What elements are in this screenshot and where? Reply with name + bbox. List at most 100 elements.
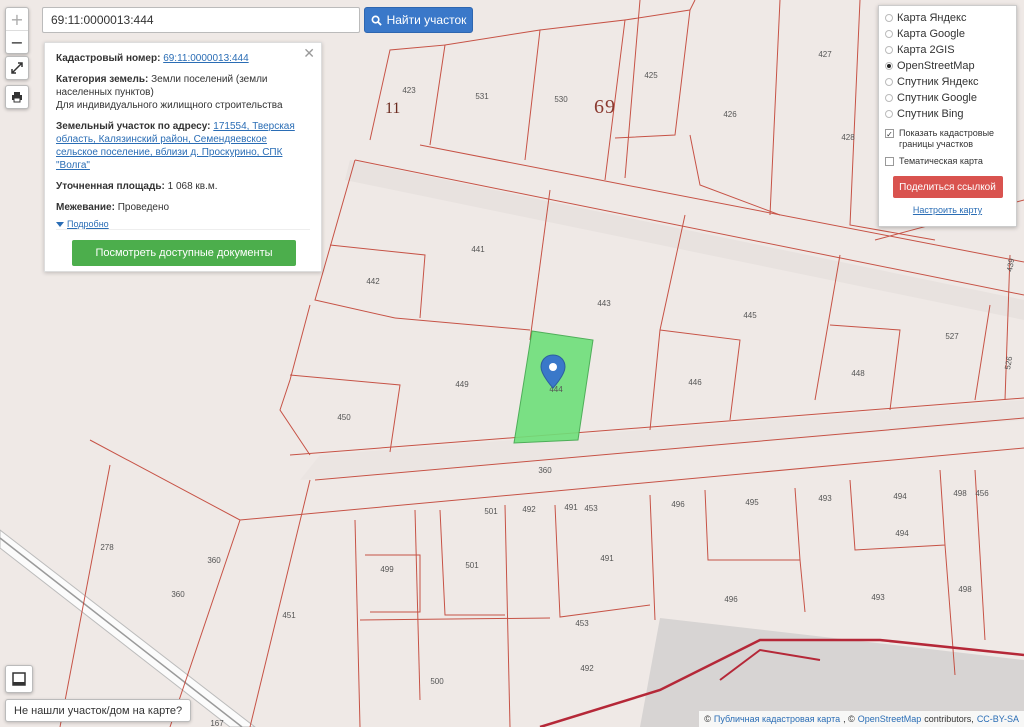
plot-label: 428 <box>841 133 855 142</box>
radio-icon <box>885 94 893 102</box>
address-label: Земельный участок по адресу: <box>56 121 211 132</box>
plot-label: 443 <box>597 299 611 308</box>
plot-label: 442 <box>366 277 380 286</box>
plot-label: 423 <box>402 86 416 95</box>
fullscreen-button[interactable] <box>6 57 28 79</box>
zoom-control: + − <box>5 7 29 54</box>
layer-option-label: Спутник Google <box>897 92 977 104</box>
plot-label: 498 <box>958 585 972 594</box>
plot-label: 425 <box>644 71 658 80</box>
land-category-row: Категория земель: Земли поселений (земли… <box>56 73 310 112</box>
plot-label: 530 <box>554 95 568 104</box>
close-icon[interactable]: ✕ <box>303 46 315 60</box>
plot-label: 492 <box>522 505 536 514</box>
layer-option-google-satellite[interactable]: Спутник Google <box>885 90 1010 106</box>
show-borders-label: Показать кадастровые границы участков <box>899 128 995 149</box>
plot-label: 496 <box>671 500 685 509</box>
expand-icon <box>11 62 23 74</box>
thematic-map-label: Тематическая карта <box>899 156 983 166</box>
plot-label: 501 <box>465 561 479 570</box>
layer-option-label: Карта 2GIS <box>897 44 955 56</box>
plot-label: 527 <box>945 332 959 341</box>
plot-label: 360 <box>538 466 552 475</box>
plot-label: 360 <box>207 556 221 565</box>
legend-button[interactable] <box>6 666 32 692</box>
search-button-label: Найти участок <box>386 13 467 27</box>
divider <box>56 229 310 230</box>
plot-label: 500 <box>430 677 444 686</box>
plot-label: 531 <box>475 92 489 101</box>
search-input[interactable] <box>42 7 360 33</box>
layer-option-label: OpenStreetMap <box>897 60 975 72</box>
layer-option-label: Карта Яндекс <box>897 12 967 24</box>
show-borders-checkbox[interactable]: ✓ Показать кадастровые границы участков <box>885 128 1010 150</box>
print-control <box>5 85 29 109</box>
radio-icon <box>885 110 893 118</box>
cadastral-number-label: Кадастровый номер: <box>56 53 161 64</box>
layer-option-yandex-map[interactable]: Карта Яндекс <box>885 10 1010 26</box>
address-row: Земельный участок по адресу: 171554, Тве… <box>56 120 310 172</box>
fullscreen-control <box>5 56 29 80</box>
layer-option-bing-satellite[interactable]: Спутник Bing <box>885 106 1010 122</box>
plot-label: 501 <box>484 507 498 516</box>
osm-link[interactable]: OpenStreetMap <box>858 714 922 724</box>
search-icon <box>371 15 382 26</box>
survey-label: Межевание: <box>56 202 115 213</box>
plot-label: 446 <box>688 378 702 387</box>
view-documents-button[interactable]: Посмотреть доступные документы <box>72 240 296 266</box>
print-button[interactable] <box>6 86 28 108</box>
plot-label: 360 <box>171 590 185 599</box>
plot-label: 448 <box>851 369 865 378</box>
caret-down-icon <box>56 221 64 227</box>
layer-option-2gis-map[interactable]: Карта 2GIS <box>885 42 1010 58</box>
plot-label: 451 <box>282 611 296 620</box>
plot-label: 495 <box>745 498 759 507</box>
zoom-out-button[interactable]: − <box>6 30 28 53</box>
plot-label: 445 <box>743 311 757 320</box>
map-attribution: © Публичная кадастровая карта , © OpenSt… <box>699 711 1024 727</box>
thematic-map-checkbox[interactable]: Тематическая карта <box>885 156 1010 167</box>
radio-icon <box>885 14 893 22</box>
plot-label: 494 <box>895 529 909 538</box>
license-link[interactable]: CC-BY-SA <box>977 714 1019 724</box>
layer-option-openstreetmap[interactable]: OpenStreetMap <box>885 58 1010 74</box>
radio-icon <box>885 46 893 54</box>
survey-row: Межевание: Проведено <box>56 201 310 214</box>
plot-label: 494 <box>893 492 907 501</box>
plot-label: 499 <box>380 565 394 574</box>
cadastral-number-link[interactable]: 69:11:0000013:444 <box>163 53 248 64</box>
configure-map-link[interactable]: Настроить карту <box>885 205 1010 215</box>
area-value: 1 068 кв.м. <box>167 181 218 192</box>
plot-label: 278 <box>100 543 114 552</box>
pkk-link[interactable]: Публичная кадастровая карта <box>714 714 840 724</box>
zone-label: 11 <box>385 100 400 117</box>
not-found-button[interactable]: Не нашли участок/дом на карте? <box>5 699 192 722</box>
survey-value: Проведено <box>117 202 170 213</box>
land-usage-value: Для индивидуального жилищного строительс… <box>56 100 283 111</box>
search-button[interactable]: Найти участок <box>364 7 473 33</box>
plot-label: 426 <box>723 110 737 119</box>
zoom-in-button[interactable]: + <box>6 8 28 30</box>
plot-label: 491 <box>564 503 578 512</box>
plot-label: 493 <box>871 593 885 602</box>
plot-label: 498 <box>953 489 967 498</box>
layer-option-google-map[interactable]: Карта Google <box>885 26 1010 42</box>
plot-label: 453 <box>575 619 589 628</box>
plot-info-panel: ✕ Кадастровый номер: 69:11:0000013:444 К… <box>44 42 322 272</box>
plot-label: 491 <box>600 554 614 563</box>
plot-label: 427 <box>818 50 832 59</box>
radio-selected-icon <box>885 62 893 70</box>
plot-label: 456 <box>975 489 989 498</box>
zone-label: 69 <box>594 96 616 118</box>
printer-icon <box>12 92 22 103</box>
attribution-separator: , © <box>843 714 855 724</box>
layer-option-yandex-satellite[interactable]: Спутник Яндекс <box>885 74 1010 90</box>
plot-label: 492 <box>580 664 594 673</box>
checkbox-checked-icon: ✓ <box>885 129 894 139</box>
radio-icon <box>885 78 893 86</box>
plot-label: 450 <box>337 413 351 422</box>
checkbox-icon <box>885 157 894 166</box>
copyright-symbol: © <box>704 714 711 724</box>
plot-label: 441 <box>471 245 485 254</box>
share-link-button[interactable]: Поделиться ссылкой <box>892 176 1003 198</box>
